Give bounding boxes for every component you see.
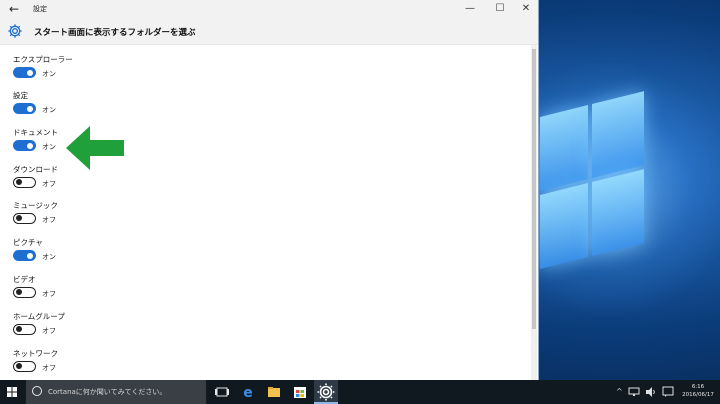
maximize-button[interactable]: ☐ — [486, 0, 514, 18]
setting-label: ダウンロード — [13, 165, 58, 174]
network-icon[interactable] — [628, 387, 640, 397]
toggle-state-label: オン — [42, 70, 56, 78]
title-bar: ← 設定 — ☐ ✕ — [0, 0, 538, 19]
toggle-music[interactable] — [13, 213, 36, 224]
task-view-icon — [215, 387, 229, 397]
toggle-documents[interactable] — [13, 140, 36, 151]
svg-text:e: e — [243, 385, 253, 401]
toggle-state-label: オフ — [42, 327, 56, 335]
setting-label: ビデオ — [13, 275, 36, 284]
toggle-pictures[interactable] — [13, 250, 36, 261]
store-button[interactable] — [288, 380, 312, 404]
toggle-network[interactable] — [13, 361, 36, 372]
windows-wallpaper-logo — [540, 91, 645, 277]
clock-time: 6:16 — [691, 384, 705, 390]
settings-icon — [317, 383, 335, 401]
setting-label: ホームグループ — [13, 312, 65, 321]
toggle-state-label: オン — [42, 106, 56, 114]
gear-icon — [8, 24, 22, 38]
toggle-state-label: オフ — [42, 364, 56, 372]
task-view-button[interactable] — [210, 380, 234, 404]
green-arrow-annotation — [66, 126, 124, 170]
setting-label: ネットワーク — [13, 349, 58, 358]
toggle-videos[interactable] — [13, 287, 36, 298]
edge-icon: e — [243, 385, 253, 401]
toggle-state-label: オフ — [42, 290, 56, 298]
setting-label: ミュージック — [13, 201, 58, 210]
setting-label: ピクチャ — [13, 238, 43, 247]
setting-label: 設定 — [13, 91, 28, 100]
cortana-icon — [32, 386, 42, 396]
page-header: スタート画面に表示するフォルダーを選ぶ — [0, 18, 538, 45]
scrollbar[interactable] — [531, 45, 537, 380]
start-icon — [7, 387, 17, 397]
clock[interactable]: 6:16 2016/06/17 — [680, 383, 716, 399]
toggle-homegroup[interactable] — [13, 324, 36, 335]
notification-icon[interactable] — [662, 386, 674, 398]
minimize-button[interactable]: — — [456, 0, 484, 18]
store-icon — [294, 387, 306, 398]
settings-list: エクスプローラー オン 設定 オン ドキュメント オン ダウンロード オフ ミュ… — [0, 45, 530, 380]
close-button[interactable]: ✕ — [512, 0, 538, 18]
window-title: 設定 — [33, 5, 47, 13]
setting-label: エクスプローラー — [13, 55, 73, 64]
cortana-search-box[interactable]: Cortanaに何か聞いてみてください。 — [26, 380, 206, 404]
volume-icon[interactable] — [645, 387, 657, 397]
back-button[interactable]: ← — [6, 1, 22, 17]
setting-label: ドキュメント — [13, 128, 58, 137]
file-explorer-button[interactable] — [262, 380, 286, 404]
toggle-state-label: オン — [42, 253, 56, 261]
page-title: スタート画面に表示するフォルダーを選ぶ — [34, 28, 196, 38]
toggle-settings[interactable] — [13, 103, 36, 114]
settings-window: ← 設定 — ☐ ✕ スタート画面に表示するフォルダーを選ぶ エクスプローラー … — [0, 0, 539, 380]
toggle-downloads[interactable] — [13, 177, 36, 188]
clock-date: 2016/06/17 — [682, 392, 714, 398]
toggle-state-label: オン — [42, 143, 56, 151]
toggle-state-label: オフ — [42, 216, 56, 224]
search-placeholder: Cortanaに何か聞いてみてください。 — [48, 388, 167, 396]
tray-chevron[interactable]: ^ — [616, 380, 623, 404]
start-button[interactable] — [0, 380, 24, 404]
settings-taskbar-button[interactable] — [314, 380, 338, 404]
edge-button[interactable]: e — [236, 380, 260, 404]
scrollbar-thumb[interactable] — [532, 49, 536, 329]
file-explorer-icon — [268, 387, 280, 397]
taskbar: Cortanaに何か聞いてみてください。 e ^ 6:16 2016/06/17 — [0, 380, 720, 404]
toggle-explorer[interactable] — [13, 67, 36, 78]
toggle-state-label: オフ — [42, 180, 56, 188]
